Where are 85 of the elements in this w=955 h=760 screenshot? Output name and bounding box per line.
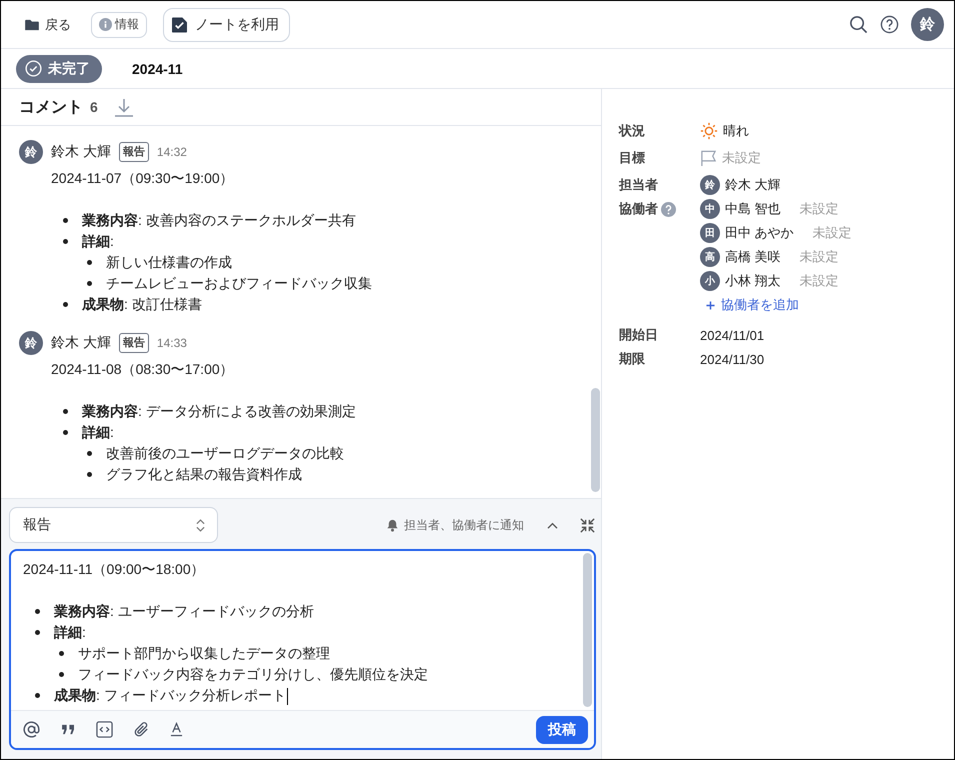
comment-date-line: 2024-11-07（09:30〜19:00） — [51, 169, 235, 188]
field-label: 開始日 — [619, 326, 658, 344]
author-name: 鈴木 大輝 — [51, 334, 111, 352]
field-label: 期限 — [619, 350, 645, 368]
bullet-icon — [63, 409, 68, 414]
field-label: 協働者 — [619, 200, 658, 218]
collaborator-name: 高橋 美咲 — [725, 248, 781, 266]
at-sign-icon[interactable] — [22, 720, 41, 739]
quote-icon[interactable] — [61, 724, 76, 735]
scrollbar[interactable] — [583, 553, 592, 707]
bullet-icon — [63, 239, 68, 244]
comment-time: 14:32 — [156, 145, 187, 159]
status-value: 晴れ — [723, 122, 749, 140]
bullet-icon — [63, 302, 68, 307]
comment-date-line: 2024-11-08（08:30〜17:00） — [51, 360, 235, 379]
collaborator-role[interactable]: 未設定 — [800, 200, 839, 218]
download-icon[interactable] — [114, 97, 134, 117]
check-circle-icon — [25, 60, 42, 77]
search-icon[interactable] — [849, 15, 868, 34]
add-collaborator-link[interactable]: 協働者を追加 — [700, 293, 852, 317]
comments-title: コメント — [19, 98, 83, 118]
list-item-text: チームレビューおよびフィードバック収集 — [106, 274, 372, 293]
type-select[interactable]: 報告 — [9, 507, 218, 543]
info-button[interactable]: 情報 — [91, 12, 147, 38]
note-toggle[interactable]: ノートを利用 — [163, 8, 290, 42]
help-icon[interactable] — [880, 15, 899, 34]
avatar: 鈴 — [19, 331, 43, 355]
list-item-text: 業務内容: 改善内容のステークホルダー共有 — [82, 211, 356, 230]
list-item-text: 新しい仕様書の作成 — [106, 253, 232, 272]
scrollbar[interactable] — [591, 388, 600, 492]
list-item-text: 改善前後のユーザーログデータの比較 — [106, 444, 344, 463]
sun-icon — [700, 122, 718, 140]
list-item-text: グラフ化と結果の報告資料作成 — [106, 465, 302, 484]
avatar: 中 — [700, 199, 720, 219]
collaborator-role[interactable]: 未設定 — [800, 248, 839, 266]
list-item-text: 詳細: — [82, 423, 114, 442]
field-label: 担当者 — [619, 176, 658, 194]
report-tag: 報告 — [118, 333, 149, 353]
collaborator-name: 中島 智也 — [725, 200, 781, 218]
paperclip-icon[interactable] — [133, 721, 150, 738]
back-button[interactable]: 戻る — [25, 16, 71, 34]
report-tag: 報告 — [118, 142, 149, 162]
chevron-up-down-icon — [196, 518, 205, 532]
bullet-icon — [87, 451, 92, 456]
goal-value[interactable]: 未設定 — [722, 149, 761, 167]
plus-icon — [706, 300, 715, 310]
list-item-text: 詳細: — [82, 232, 114, 251]
start-date: 2024/11/01 — [700, 326, 764, 344]
author-name: 鈴木 大輝 — [51, 143, 111, 161]
comment-editor[interactable]: 2024-11-11（09:00〜18:00） 業務内容: ユーザーフィードバックの分析 詳細: サポート部門から収集したデータの整理 フィードバック内容をカテゴリ分けし、優先順位を決定 成果物: フィードバック分析レポート — [11, 551, 583, 710]
field-label: 状況 — [619, 122, 645, 140]
bullet-icon — [87, 281, 92, 286]
field-label: 目標 — [619, 149, 645, 167]
flag-icon — [700, 150, 717, 166]
bullet-icon — [63, 218, 68, 223]
status-badge[interactable]: 未完了 — [16, 54, 102, 82]
text-format-icon[interactable] — [170, 722, 183, 737]
collaborator-name: 小林 翔太 — [725, 272, 781, 290]
bell-icon — [386, 518, 399, 532]
chevron-up-icon[interactable] — [546, 520, 559, 530]
comment-time: 14:33 — [156, 336, 187, 350]
avatar: 鈴 — [700, 175, 720, 195]
avatar: 鈴 — [19, 140, 43, 164]
collaborator-name: 田中 あやか — [725, 224, 794, 242]
folder-icon — [25, 18, 39, 30]
assignee-name: 鈴木 大輝 — [725, 176, 781, 194]
bullet-icon — [63, 430, 68, 435]
avatar: 田 — [700, 223, 720, 243]
avatar[interactable]: 鈴 — [911, 8, 944, 41]
list-item-text: 成果物: 改訂仕様書 — [82, 295, 202, 314]
list-item-text: 業務内容: データ分析による改善の効果測定 — [82, 402, 356, 421]
avatar: 小 — [700, 271, 720, 291]
code-icon[interactable] — [96, 721, 113, 738]
notify-toggle[interactable]: 担当者、協働者に通知 — [386, 516, 524, 534]
avatar: 高 — [700, 247, 720, 267]
collaborator-role[interactable]: 未設定 — [800, 272, 839, 290]
collaborator-role[interactable]: 未設定 — [812, 224, 852, 242]
post-button[interactable]: 投稿 — [536, 716, 588, 744]
comment-count: 6 — [90, 99, 98, 115]
period-label: 2024-11 — [132, 60, 183, 76]
bullet-icon — [87, 260, 92, 265]
due-date: 2024/11/30 — [700, 350, 764, 368]
collapse-icon[interactable] — [579, 516, 596, 534]
bullet-icon — [87, 472, 92, 477]
info-icon — [99, 18, 112, 31]
